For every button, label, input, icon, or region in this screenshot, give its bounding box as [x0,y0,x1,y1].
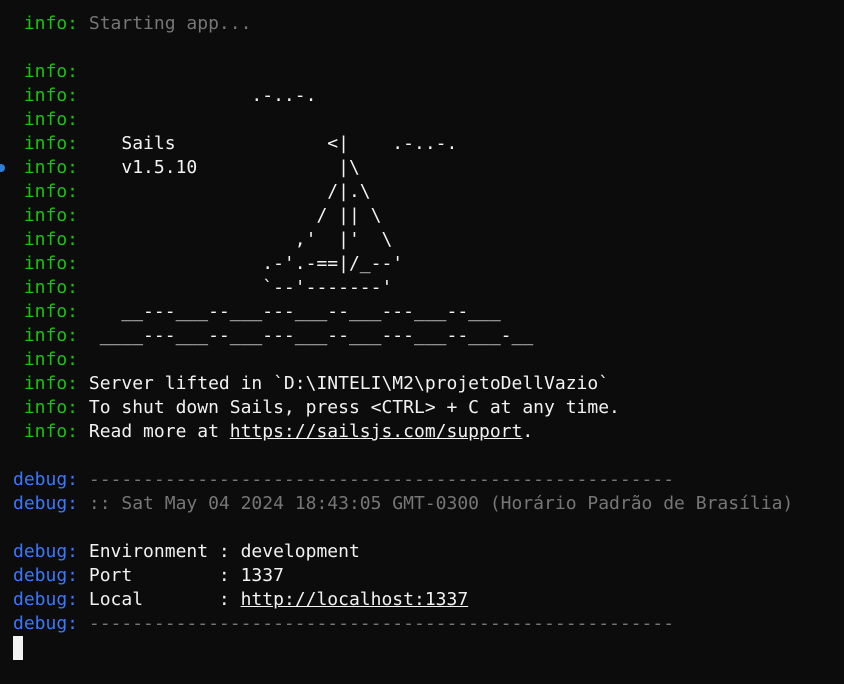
log-line: info: v1.5.10 |\ [0,156,844,180]
info-prefix: info: [13,421,79,442]
log-message: ____---___--___---___--___---___--___-__ [78,325,534,346]
info-prefix: info: [13,205,79,226]
info-prefix: info: [13,325,79,346]
log-message: .-'.-==|/_--' [78,253,404,274]
log-message: Sails <| .-..-. [78,133,458,154]
log-line: info: Sails <| .-..-. [13,132,844,156]
log-message: ,' |' \ [78,229,393,250]
log-message-suffix: . [522,421,534,442]
info-prefix: info: [13,157,79,178]
info-prefix: info: [13,301,79,322]
log-line: info: ,' |' \ [13,228,844,252]
info-prefix: info: [13,61,79,82]
log-line: info: ____---___--___---___--___---___--… [13,324,844,348]
log-message: Starting app... [78,13,252,34]
debug-prefix: debug: [13,613,79,634]
info-prefix: info: [13,181,79,202]
debug-prefix: debug: [13,469,79,490]
log-message: Read more at [78,421,230,442]
terminal-output: info: Starting app... info: info: .-..-.… [0,12,844,636]
log-line: info: [13,348,844,372]
info-prefix: info: [13,373,79,394]
log-line: info: [13,108,844,132]
log-line: debug: Environment : development [13,540,844,564]
gutter-marker-icon [0,164,5,172]
info-prefix: info: [13,277,79,298]
text-cursor[interactable] [13,636,23,660]
log-line: info: `--'-------' [13,276,844,300]
log-message: Local : [78,589,241,610]
info-prefix: info: [13,229,79,250]
log-link[interactable]: https://sailsjs.com/support [230,421,523,442]
log-message: .-..-. [78,85,317,106]
log-message: __---___--___---___--___---___--___ [78,301,501,322]
log-line: info: Starting app... [13,12,844,36]
log-line: info: .-'.-==|/_--' [13,252,844,276]
info-prefix: info: [13,85,79,106]
log-message: /|.\ [78,181,371,202]
info-prefix: info: [13,397,79,418]
log-line: info: __---___--___---___--___---___--__… [13,300,844,324]
info-prefix: info: [13,133,79,154]
log-link[interactable]: http://localhost:1337 [241,589,469,610]
info-prefix: info: [13,253,79,274]
debug-prefix: debug: [13,493,79,514]
log-message: ----------------------------------------… [78,469,675,490]
info-prefix: info: [13,109,79,130]
log-line: info: To shut down Sails, press <CTRL> +… [13,396,844,420]
log-line: info: .-..-. [13,84,844,108]
log-line: info: /|.\ [13,180,844,204]
log-line: debug: :: Sat May 04 2024 18:43:05 GMT-0… [13,492,844,516]
log-line: debug: ---------------------------------… [13,468,844,492]
debug-prefix: debug: [13,565,79,586]
log-line: debug: Port : 1337 [13,564,844,588]
log-message: / || \ [78,205,382,226]
log-message: ----------------------------------------… [78,613,675,634]
log-line: debug: Local : http://localhost:1337 [13,588,844,612]
debug-prefix: debug: [13,541,79,562]
info-prefix: info: [13,13,79,34]
log-message: Server lifted in `D:\INTELI\M2\projetoDe… [78,373,610,394]
log-message: Port : 1337 [78,565,284,586]
log-message: Environment : development [78,541,360,562]
log-line: info: [13,60,844,84]
log-message: To shut down Sails, press <CTRL> + C at … [78,397,620,418]
terminal-window: { "colors": { "background": "#0c0c0c", "… [0,0,844,684]
log-line: debug: ---------------------------------… [13,612,844,636]
log-line: info: Read more at https://sailsjs.com/s… [13,420,844,444]
debug-prefix: debug: [13,589,79,610]
info-prefix: info: [13,349,79,370]
log-line: info: / || \ [13,204,844,228]
log-message: :: Sat May 04 2024 18:43:05 GMT-0300 (Ho… [78,493,794,514]
log-line: info: Server lifted in `D:\INTELI\M2\pro… [13,372,844,396]
log-message: v1.5.10 |\ [78,157,360,178]
log-message: `--'-------' [78,277,393,298]
